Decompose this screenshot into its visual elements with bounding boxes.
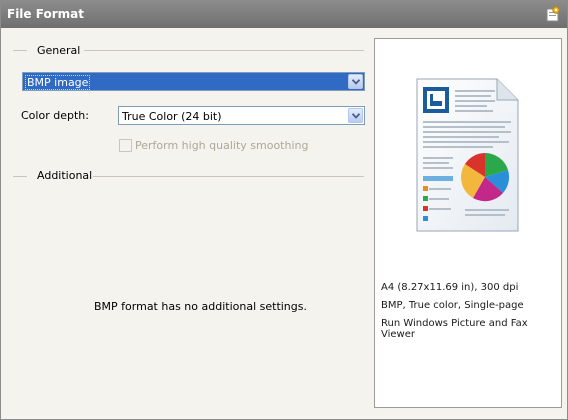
color-depth-select[interactable]: True Color (24 bit) (118, 106, 365, 125)
additional-message: BMP format has no additional settings. (94, 300, 307, 313)
panel-title: File Format (7, 7, 84, 21)
smoothing-checkbox[interactable] (119, 139, 132, 152)
color-depth-dropdown-button[interactable] (348, 108, 363, 123)
preview-info-line: BMP, True color, Single-page (381, 300, 524, 311)
format-select-value: BMP image (25, 75, 91, 90)
general-divider-right (84, 50, 364, 51)
smoothing-label: Perform high quality smoothing (135, 139, 309, 152)
format-select[interactable]: BMP image (22, 72, 365, 91)
chevron-down-icon (352, 79, 360, 85)
title-bar: File Format (1, 1, 567, 28)
color-depth-value: True Color (24 bit) (122, 110, 222, 123)
preview-info-line: A4 (8.27x11.69 in), 300 dpi (381, 282, 519, 293)
format-dropdown-button[interactable] (348, 74, 363, 89)
general-section-label: General (33, 44, 85, 57)
file-format-panel: File Format General BMP image Color dept… (0, 0, 568, 420)
additional-divider-left (13, 176, 27, 177)
chevron-down-icon (352, 113, 360, 119)
printer-settings-icon[interactable] (544, 6, 561, 23)
additional-section-label: Additional (33, 169, 97, 182)
additional-divider-right (93, 176, 364, 177)
document-with-chart-icon (416, 78, 519, 232)
preview-info-line: Run Windows Picture and Fax Viewer (381, 318, 528, 340)
color-depth-label: Color depth: (21, 109, 89, 122)
preview-pane: A4 (8.27x11.69 in), 300 dpi BMP, True co… (374, 38, 562, 408)
general-divider-left (13, 50, 27, 51)
